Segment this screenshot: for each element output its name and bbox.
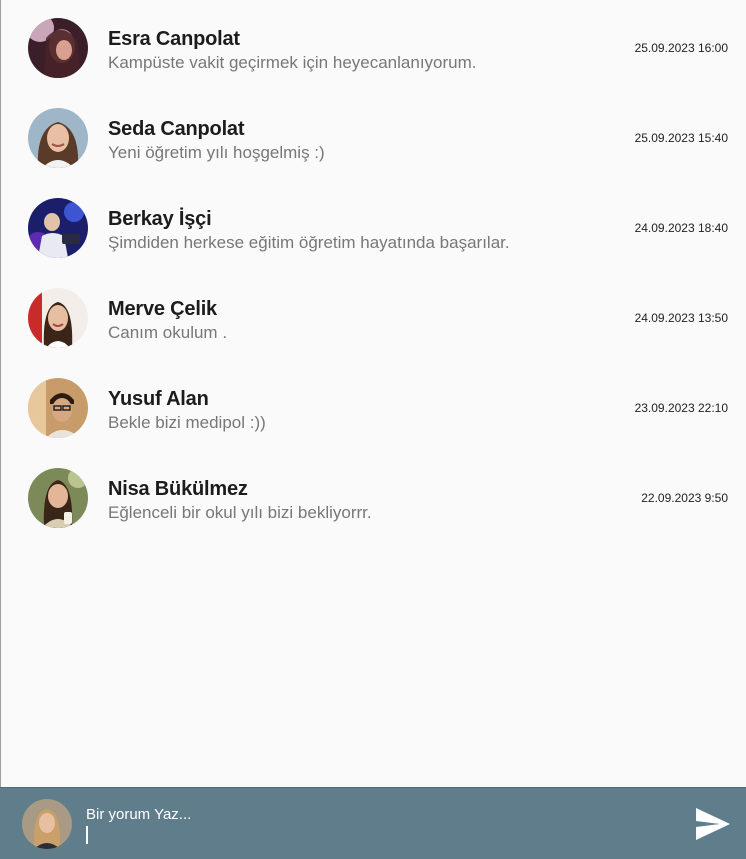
avatar[interactable] xyxy=(28,468,88,528)
comment-input-placeholder: Bir yorum Yaz... xyxy=(86,806,192,823)
comment-item: Merve Çelik Canım okulum . 24.09.2023 13… xyxy=(0,270,746,360)
send-icon xyxy=(696,808,730,840)
comment-list: Esra Canpolat Kampüste vakit geçirmek iç… xyxy=(0,0,746,540)
comment-item: Seda Canpolat Yeni öğretim yılı hoşgelmi… xyxy=(0,90,746,180)
comment-composer: Bir yorum Yaz... xyxy=(0,787,746,859)
send-button[interactable] xyxy=(694,806,732,842)
avatar[interactable] xyxy=(28,18,88,78)
comment-text: Bekle bizi medipol :)) xyxy=(108,413,266,432)
user-avatar[interactable] xyxy=(22,799,72,849)
comment-author: Esra Canpolat xyxy=(108,28,240,50)
comment-timestamp: 22.09.2023 9:50 xyxy=(641,491,728,505)
comment-timestamp: 25.09.2023 15:40 xyxy=(634,131,728,145)
comment-item: Berkay İşçi Şimdiden herkese eğitim öğre… xyxy=(0,180,746,270)
comment-text: Şimdiden herkese eğitim öğretim hayatınd… xyxy=(108,233,510,252)
avatar[interactable] xyxy=(28,288,88,348)
comment-timestamp: 25.09.2023 16:00 xyxy=(634,41,728,55)
comment-text: Yeni öğretim yılı hoşgelmiş :) xyxy=(108,143,325,162)
comment-author: Yusuf Alan xyxy=(108,388,209,410)
comment-text: Kampüste vakit geçirmek için heyecanlanı… xyxy=(108,53,477,72)
comment-timestamp: 24.09.2023 13:50 xyxy=(634,311,728,325)
comment-item: Esra Canpolat Kampüste vakit geçirmek iç… xyxy=(0,0,746,90)
comment-timestamp: 24.09.2023 18:40 xyxy=(634,221,728,235)
comment-text: Eğlenceli bir okul yılı bizi bekliyorrr. xyxy=(108,503,372,522)
avatar[interactable] xyxy=(28,198,88,258)
comment-input[interactable]: Bir yorum Yaz... xyxy=(86,804,646,848)
comment-author: Merve Çelik xyxy=(108,298,217,320)
avatar[interactable] xyxy=(28,108,88,168)
comment-timestamp: 23.09.2023 22:10 xyxy=(634,401,728,415)
comment-author: Seda Canpolat xyxy=(108,118,245,140)
avatar[interactable] xyxy=(28,378,88,438)
comment-author: Nisa Bükülmez xyxy=(108,478,248,500)
comment-item: Yusuf Alan Bekle bizi medipol :)) 23.09.… xyxy=(0,360,746,450)
comment-text: Canım okulum . xyxy=(108,323,228,342)
comment-item: Nisa Bükülmez Eğlenceli bir okul yılı bi… xyxy=(0,450,746,540)
text-cursor xyxy=(86,826,88,844)
comment-author: Berkay İşçi xyxy=(108,208,212,230)
